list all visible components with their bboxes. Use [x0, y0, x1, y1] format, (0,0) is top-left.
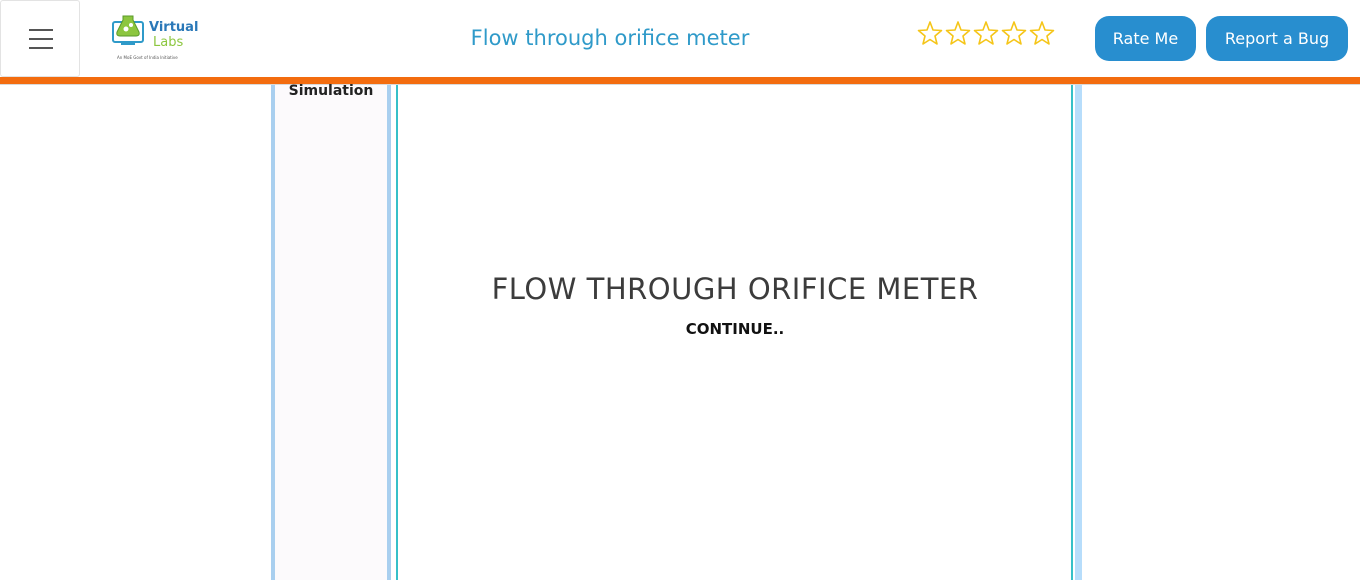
- star-icon[interactable]: [1000, 20, 1028, 46]
- logo-secondary-text: Labs: [153, 35, 183, 50]
- bubble-icon: [129, 23, 133, 27]
- logo-main-text: Virtual: [149, 20, 198, 35]
- flask-icon: [116, 15, 140, 37]
- continue-button[interactable]: CONTINUE..: [640, 320, 830, 338]
- star-rating[interactable]: [916, 20, 1056, 46]
- menu-icon: [29, 38, 53, 40]
- sidebar-item-simulation[interactable]: Simulation: [285, 83, 377, 99]
- header-accent-bar: [0, 77, 1360, 84]
- frame-right-border: [1075, 85, 1082, 580]
- simulation-title: FLOW THROUGH ORIFICE METER: [491, 272, 979, 306]
- menu-icon: [29, 29, 53, 31]
- bubble-icon: [123, 26, 129, 32]
- report-bug-button[interactable]: Report a Bug: [1206, 16, 1348, 61]
- logo-tagline: An MoE Govt of India Initiative: [117, 55, 178, 60]
- rate-me-button[interactable]: Rate Me: [1095, 16, 1196, 61]
- hamburger-menu-button[interactable]: [0, 0, 80, 77]
- star-icon[interactable]: [1028, 20, 1056, 46]
- page-title: Flow through orifice meter: [470, 26, 750, 50]
- top-header: Virtual Labs An MoE Govt of India Initia…: [0, 0, 1360, 77]
- star-icon[interactable]: [916, 20, 944, 46]
- simulation-sidebar: [271, 85, 391, 580]
- menu-icon: [29, 47, 53, 49]
- star-icon[interactable]: [944, 20, 972, 46]
- monitor-stand-icon: [121, 42, 135, 45]
- star-icon[interactable]: [972, 20, 1000, 46]
